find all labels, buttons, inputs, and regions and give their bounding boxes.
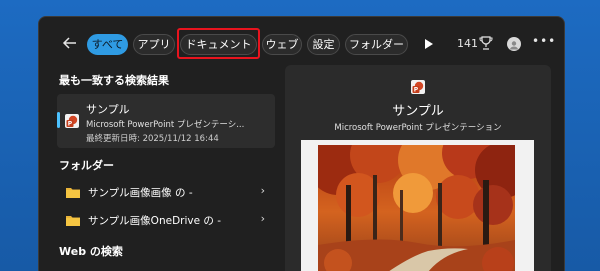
powerpoint-icon: P: [65, 114, 79, 128]
filter-web[interactable]: ウェブ: [262, 34, 302, 55]
rewards-points: 141: [457, 37, 478, 50]
filter-apps[interactable]: アプリ: [133, 34, 175, 55]
slide-thumbnail[interactable]: [301, 140, 534, 271]
svg-text:P: P: [68, 121, 73, 128]
best-match-result[interactable]: P サンプル Microsoft PowerPoint プレゼンテーシ... 最…: [57, 94, 275, 148]
preview-pane: P サンプル Microsoft PowerPoint プレゼンテーション: [285, 65, 551, 271]
play-icon[interactable]: [423, 38, 435, 50]
result-type: Microsoft PowerPoint プレゼンテーシ...: [86, 120, 245, 130]
arrow-left-icon[interactable]: [59, 36, 81, 54]
preview-title: サンプル: [392, 104, 444, 119]
folder-label: サンプル画像OneDrive の -: [88, 215, 222, 227]
powerpoint-icon: P: [411, 80, 425, 94]
folder-result-1[interactable]: サンプル画像画像 の - ›: [57, 180, 275, 204]
chevron-right-icon: ›: [260, 212, 265, 225]
result-modified: 最終更新日時: 2025/11/12 16:44: [86, 134, 219, 144]
preview-subtitle: Microsoft PowerPoint プレゼンテーション: [334, 123, 502, 133]
chevron-right-icon: ›: [260, 184, 265, 197]
filter-all[interactable]: すべて: [87, 34, 128, 55]
folder-icon: [66, 216, 80, 226]
result-name: サンプル: [86, 103, 130, 116]
folder-result-2[interactable]: サンプル画像OneDrive の - ›: [57, 208, 275, 232]
svg-text:P: P: [414, 87, 419, 94]
more-icon[interactable]: •••: [532, 34, 556, 48]
filter-folders[interactable]: フォルダー: [345, 34, 408, 55]
search-panel: すべて アプリ ドキュメント ウェブ 設定 フォルダー 141 ••• 最も一致…: [38, 16, 565, 271]
autumn-forest-image: [318, 145, 515, 271]
folders-heading: フォルダー: [59, 159, 114, 172]
web-search-heading: Web の検索: [59, 245, 123, 258]
best-match-heading: 最も一致する検索結果: [59, 74, 169, 87]
filter-documents[interactable]: ドキュメント: [180, 34, 257, 55]
filter-settings[interactable]: 設定: [307, 34, 340, 55]
folder-label: サンプル画像画像 の -: [88, 187, 193, 199]
folder-icon: [66, 188, 80, 198]
selection-accent: [57, 112, 60, 128]
avatar[interactable]: [507, 37, 521, 51]
trophy-icon[interactable]: [479, 35, 493, 51]
